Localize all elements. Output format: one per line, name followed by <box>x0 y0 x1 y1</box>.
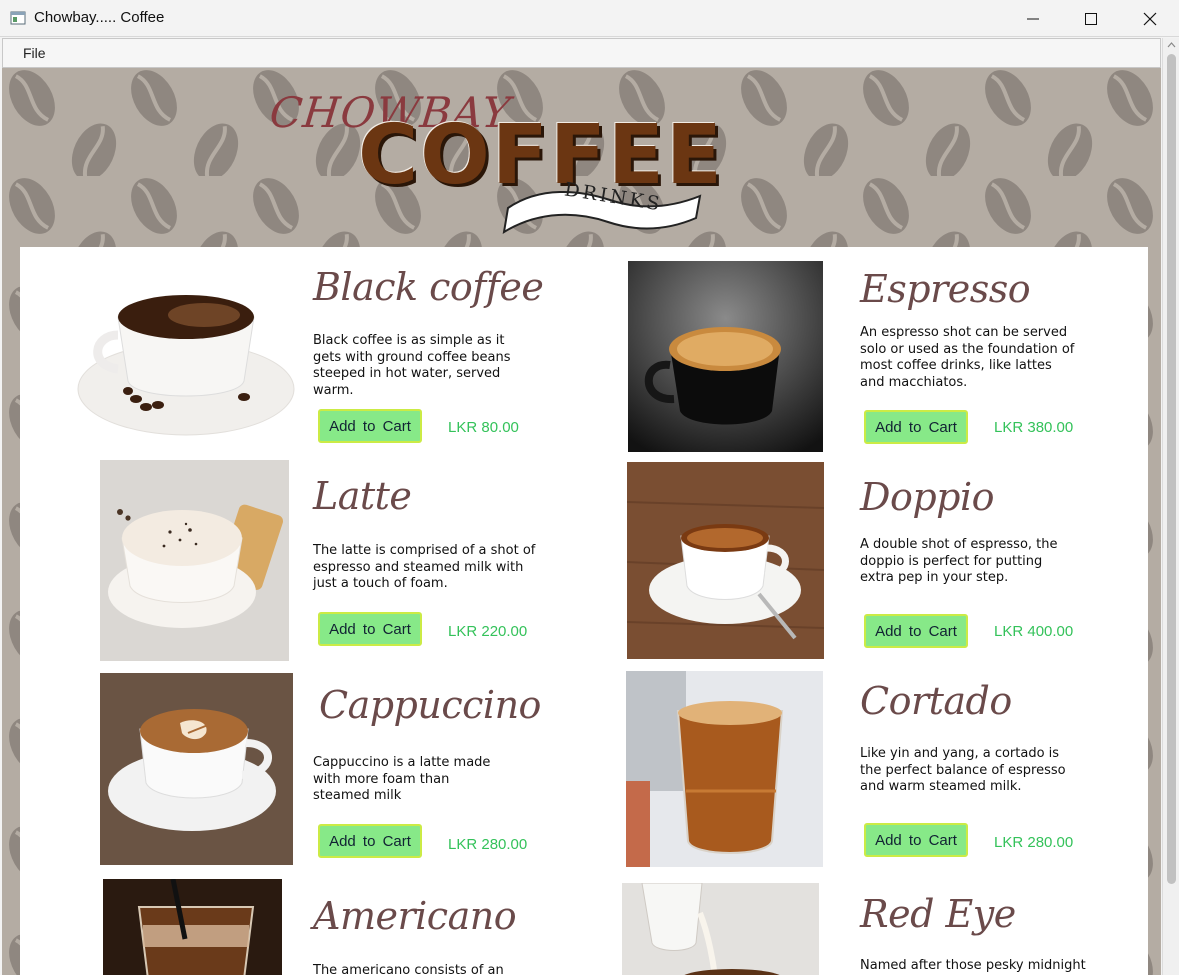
minimize-icon <box>1027 18 1039 19</box>
product-price: LKR 380.00 <box>994 419 1074 436</box>
product-description: Cappuccino is a latte made with more foa… <box>313 755 491 803</box>
black-coffee-photo <box>74 269 298 441</box>
product-name: Doppio <box>860 475 995 519</box>
add-to-cart-button[interactable]: Add to Cart <box>864 823 968 857</box>
chowbay-coffee-logo: CHOWBAY COFFEE DRINKS <box>264 82 824 247</box>
product-description: An espresso shot can be served solo or u… <box>860 325 1075 390</box>
product-description: A double shot of espresso, the doppio is… <box>860 537 1058 585</box>
add-to-cart-button[interactable]: Add to Cart <box>864 410 968 444</box>
product-name: Latte <box>313 474 412 518</box>
product-name: Black coffee <box>313 265 544 309</box>
product-description: Named after those pesky midnight <box>860 958 1086 973</box>
cappuccino-photo <box>100 673 293 865</box>
scrollbar-thumb[interactable] <box>1167 54 1176 884</box>
app-icon <box>10 11 26 25</box>
window-title: Chowbay..... Coffee <box>34 9 165 26</box>
maximize-button[interactable] <box>1062 0 1120 37</box>
latte-photo <box>100 460 289 661</box>
product-name: Cortado <box>860 679 1012 723</box>
add-to-cart-button[interactable]: Add to Cart <box>864 614 968 648</box>
product-price: LKR 80.00 <box>448 419 519 436</box>
product-description: The latte is comprised of a shot of espr… <box>313 543 536 591</box>
minimize-button[interactable] <box>1004 0 1062 37</box>
menu-page[interactable]: CHOWBAY COFFEE DRINKS Black coffee Black… <box>2 68 1161 975</box>
product-name: Espresso <box>860 267 1031 311</box>
scroll-up-arrow-icon[interactable] <box>1165 38 1178 52</box>
vertical-scrollbar[interactable] <box>1162 38 1179 975</box>
add-to-cart-button[interactable]: Add to Cart <box>318 409 422 443</box>
red-eye-photo <box>622 883 819 975</box>
product-price: LKR 280.00 <box>448 836 528 853</box>
maximize-icon <box>1085 12 1097 25</box>
product-description: The americano consists of an <box>313 963 504 975</box>
product-name: Cappuccino <box>319 683 541 727</box>
americano-photo <box>103 879 282 975</box>
product-description: Black coffee is as simple as it gets wit… <box>313 333 511 398</box>
menu-file[interactable]: File <box>23 45 46 61</box>
product-description: Like yin and yang, a cortado is the perf… <box>860 746 1066 794</box>
add-to-cart-button[interactable]: Add to Cart <box>318 824 422 858</box>
product-price: LKR 400.00 <box>994 623 1074 640</box>
close-icon <box>1143 12 1157 25</box>
title-bar: Chowbay..... Coffee <box>0 0 1179 37</box>
product-name: Americano <box>313 894 517 938</box>
doppio-photo <box>627 462 824 659</box>
cortado-photo <box>626 671 823 867</box>
product-price: LKR 220.00 <box>448 623 528 640</box>
add-to-cart-button[interactable]: Add to Cart <box>318 612 422 646</box>
product-price: LKR 280.00 <box>994 834 1074 851</box>
menu-bar: File <box>2 38 1161 68</box>
product-name: Red Eye <box>860 892 1016 936</box>
close-button[interactable] <box>1121 0 1179 37</box>
espresso-photo <box>628 261 823 452</box>
product-panel: Black coffee Black coffee is as simple a… <box>20 247 1148 975</box>
